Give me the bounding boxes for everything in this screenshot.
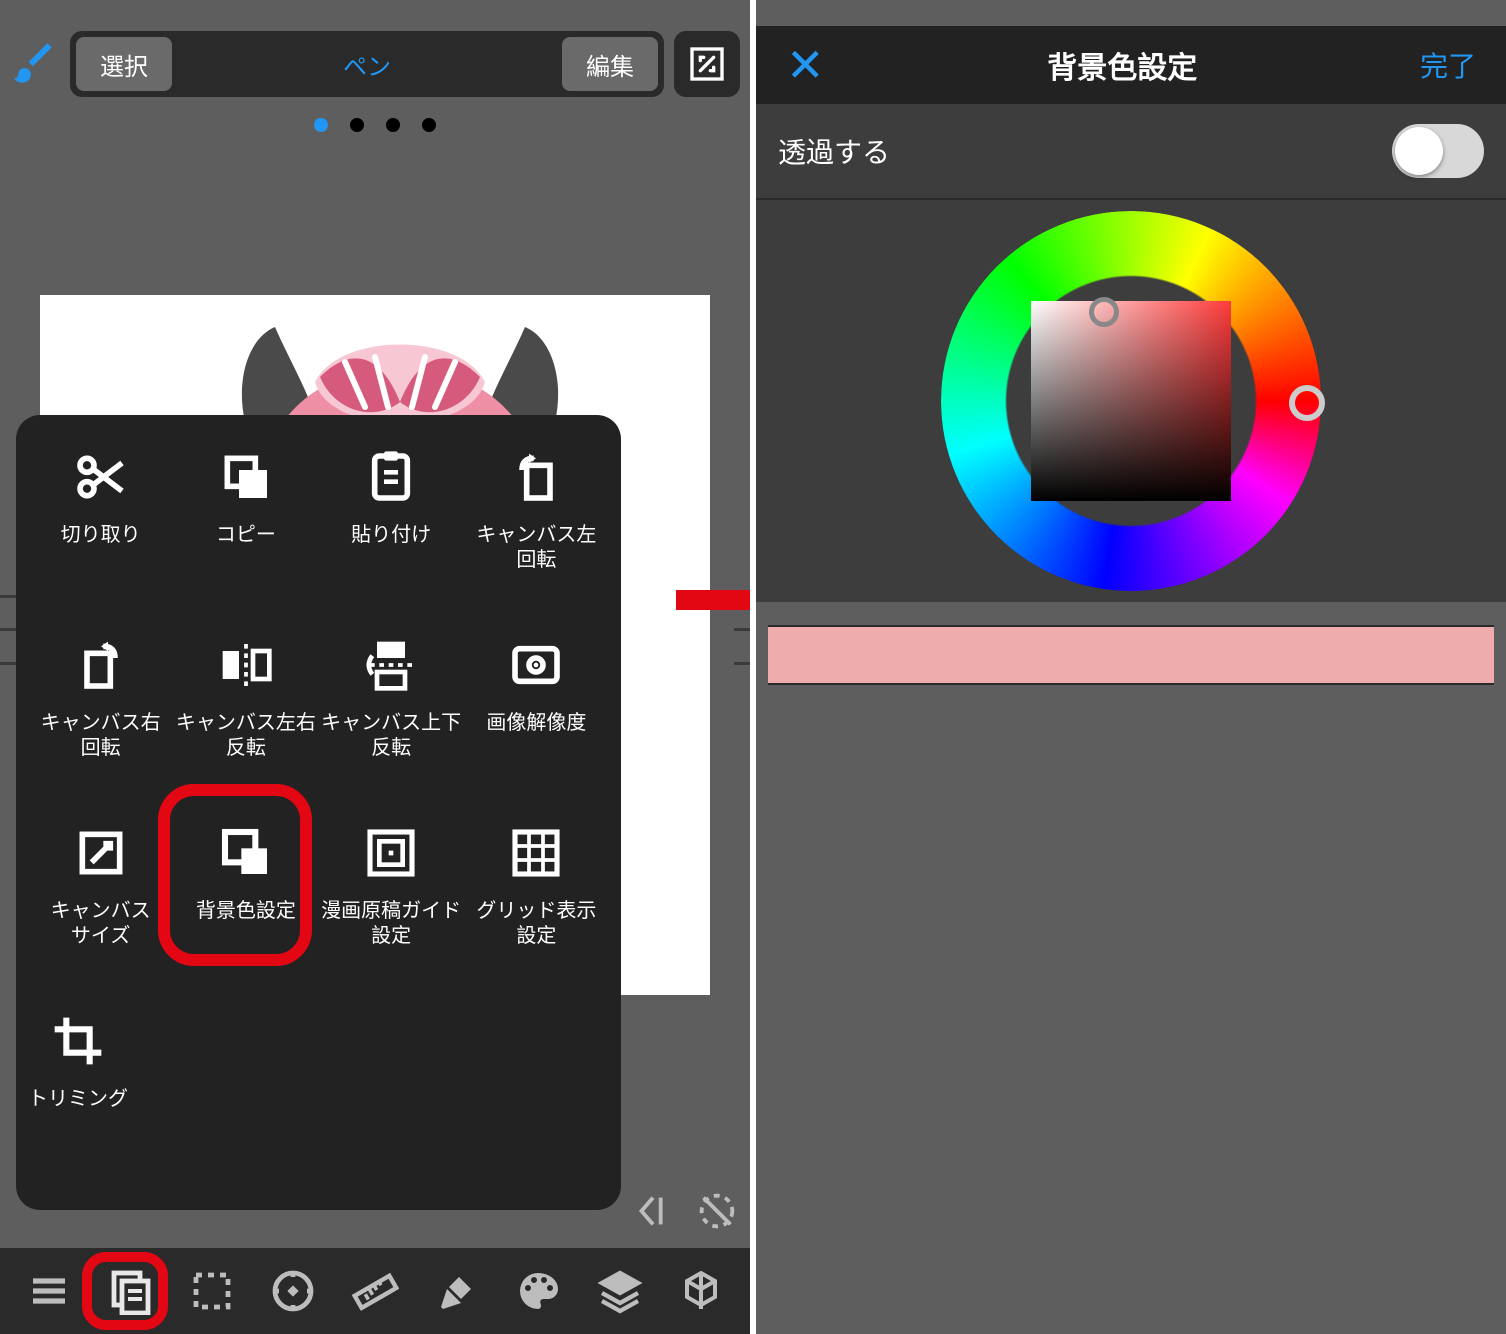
page-dot-1[interactable]	[314, 118, 328, 132]
step-back-icon[interactable]	[630, 1188, 676, 1234]
close-button[interactable]: ✕	[786, 38, 825, 92]
right-screen: ✕ 背景色設定 完了 透過する	[756, 0, 1506, 1334]
popup-rotate-right[interactable]: キャンバス右 回転	[28, 633, 173, 793]
canvas-size-icon	[69, 821, 133, 885]
color-picker-area	[756, 200, 1506, 602]
grid-icon	[504, 821, 568, 885]
ruler-icon[interactable]	[346, 1262, 404, 1320]
popup-rotate-left[interactable]: キャンバス左 回転	[464, 445, 609, 605]
left-drag-handle[interactable]	[0, 580, 16, 680]
toggle-knob	[1395, 127, 1443, 175]
manga-guide-icon	[359, 821, 423, 885]
document-icon[interactable]	[101, 1262, 159, 1320]
pen-mode-button[interactable]: ペン	[178, 37, 556, 91]
sv-cursor[interactable]	[1089, 297, 1119, 327]
current-color-swatch[interactable]	[768, 625, 1494, 685]
modal-header: ✕ 背景色設定 完了	[756, 26, 1506, 104]
popup-paste[interactable]: 貼り付け	[319, 445, 464, 605]
aux-toolbar	[630, 1174, 740, 1248]
popup-label: キャンバス上下 反転	[321, 711, 461, 761]
popup-cut[interactable]: 切り取り	[28, 445, 173, 605]
bg-color-icon	[214, 821, 278, 885]
popup-label: 画像解像度	[486, 711, 586, 736]
done-button[interactable]: 完了	[1420, 45, 1476, 85]
popup-label: 貼り付け	[351, 523, 431, 548]
color-picker[interactable]	[941, 211, 1321, 591]
crop-icon	[46, 1009, 110, 1073]
popup-label: キャンバス左右 反転	[176, 711, 316, 761]
page-dots	[0, 118, 750, 132]
canvas-actions-popup: 切り取り コピー 貼り付け キャンバス左 回転 キャンバス右 回転 キャンバ	[16, 415, 621, 1210]
bottom-toolbar	[0, 1248, 750, 1334]
layers-icon[interactable]	[591, 1262, 649, 1320]
materials-icon[interactable]	[672, 1262, 730, 1320]
popup-label: キャンバス右 回転	[41, 711, 161, 761]
transparent-row: 透過する	[756, 104, 1506, 200]
brush-icon[interactable]	[10, 39, 60, 89]
popup-resolution[interactable]: 画像解像度	[464, 633, 609, 793]
popup-label: キャンバス左 回転	[476, 523, 596, 573]
rotate-left-icon	[504, 445, 568, 509]
page-dot-2[interactable]	[350, 118, 364, 132]
popup-label: グリッド表示 設定	[476, 899, 596, 949]
palette-icon[interactable]	[509, 1262, 567, 1320]
rotate-right-icon	[69, 633, 133, 697]
cut-icon	[69, 445, 133, 509]
page-dot-3[interactable]	[386, 118, 400, 132]
popup-bg-color[interactable]: 背景色設定	[173, 821, 318, 981]
fullscreen-button[interactable]	[674, 31, 740, 97]
popup-label: 漫画原稿ガイド 設定	[321, 899, 461, 949]
popup-label: トリミング	[28, 1087, 128, 1112]
transparent-toggle[interactable]	[1392, 124, 1484, 178]
paste-icon	[359, 445, 423, 509]
popup-label: 切り取り	[61, 523, 141, 548]
popup-flip-h[interactable]: キャンバス左右 反転	[173, 633, 318, 793]
mode-segmented: 選択 ペン 編集	[70, 31, 664, 97]
popup-copy[interactable]: コピー	[173, 445, 318, 605]
sv-square[interactable]	[1031, 301, 1231, 501]
popup-trimming[interactable]: トリミング	[28, 1009, 128, 1169]
top-toolbar: 選択 ペン 編集	[0, 26, 750, 102]
transform-icon[interactable]	[264, 1262, 322, 1320]
flip-horizontal-icon	[214, 633, 278, 697]
edit-mode-button[interactable]: 編集	[562, 37, 658, 91]
popup-label: 背景色設定	[196, 899, 296, 924]
popup-canvas-size[interactable]: キャンバス サイズ	[28, 821, 173, 981]
hue-cursor[interactable]	[1289, 385, 1325, 421]
right-drag-handle[interactable]	[734, 580, 750, 680]
popup-grid: 切り取り コピー 貼り付け キャンバス左 回転 キャンバス右 回転 キャンバ	[28, 445, 609, 1169]
transparent-label: 透過する	[778, 131, 890, 171]
resolution-icon	[504, 633, 568, 697]
select-mode-button[interactable]: 選択	[76, 37, 172, 91]
popup-grid[interactable]: グリッド表示 設定	[464, 821, 609, 981]
popup-label: キャンバス サイズ	[51, 899, 151, 949]
page-dot-4[interactable]	[422, 118, 436, 132]
popup-flip-v[interactable]: キャンバス上下 反転	[319, 633, 464, 793]
modal-title: 背景色設定	[1047, 43, 1197, 87]
popup-manga-guide[interactable]: 漫画原稿ガイド 設定	[319, 821, 464, 981]
left-screen: 選択 ペン 編集 切り取り	[0, 0, 750, 1334]
disable-snap-icon[interactable]	[694, 1188, 740, 1234]
pen-tool-icon[interactable]	[428, 1262, 486, 1320]
selection-icon[interactable]	[183, 1262, 241, 1320]
flip-vertical-icon	[359, 633, 423, 697]
popup-label: コピー	[216, 523, 276, 548]
menu-icon[interactable]	[20, 1262, 78, 1320]
copy-icon	[214, 445, 278, 509]
